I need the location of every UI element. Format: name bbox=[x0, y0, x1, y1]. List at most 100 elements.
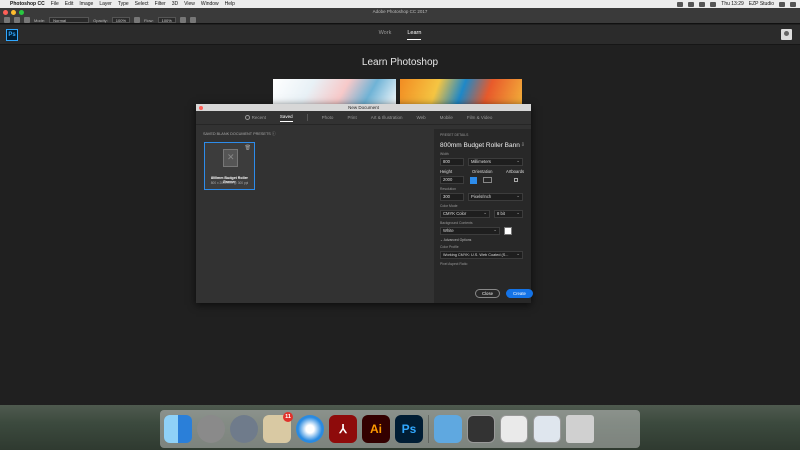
volume-icon[interactable] bbox=[699, 1, 706, 7]
dialog-title: New Document bbox=[348, 105, 379, 110]
close-button[interactable]: Close bbox=[475, 289, 500, 298]
photoshop-dock-icon[interactable]: Ps bbox=[395, 415, 423, 443]
trash-icon[interactable]: 🗑 bbox=[245, 145, 251, 151]
height-input[interactable]: 2000 bbox=[440, 176, 464, 184]
menu-3d[interactable]: 3D bbox=[172, 1, 178, 7]
tab-web[interactable]: Web bbox=[416, 115, 425, 120]
artboards-label: Artboards bbox=[506, 169, 525, 174]
dialog-buttons: Close Create bbox=[475, 289, 533, 298]
tab-saved[interactable]: Saved bbox=[279, 114, 293, 122]
tab-learn[interactable]: Learn bbox=[407, 30, 422, 40]
bit-depth-select[interactable]: 8 bit bbox=[494, 210, 523, 218]
mode-select[interactable]: Normal bbox=[49, 17, 90, 23]
search-icon[interactable] bbox=[779, 1, 785, 7]
background-swatch[interactable] bbox=[504, 227, 512, 235]
resolution-row: 300 Pixels/Inch bbox=[440, 193, 525, 201]
document-icon bbox=[223, 149, 238, 167]
illustrator-icon[interactable]: Ai bbox=[362, 415, 390, 443]
menu-view[interactable]: View bbox=[184, 1, 195, 7]
user-name[interactable]: EZP Studio bbox=[749, 1, 774, 7]
wifi-icon[interactable] bbox=[688, 1, 695, 7]
avatar[interactable] bbox=[781, 29, 792, 40]
artboards-checkbox[interactable] bbox=[514, 178, 518, 182]
width-unit-select[interactable]: Millimeters bbox=[468, 158, 523, 166]
preset-card[interactable]: 🗑 800mm Budget Roller Banner 800 x 2000 … bbox=[204, 142, 255, 190]
background-select[interactable]: White bbox=[440, 227, 500, 235]
save-preset-icon[interactable]: ⇩ bbox=[521, 142, 525, 149]
orientation-label: Orientation bbox=[472, 169, 493, 174]
tab-film-video[interactable]: Film & Video bbox=[467, 115, 492, 120]
resolution-label: Resolution bbox=[440, 187, 457, 191]
finder-icon[interactable] bbox=[164, 415, 192, 443]
height-orientation-labels: Height Orientation Artboards bbox=[440, 169, 525, 174]
width-input[interactable]: 800 bbox=[440, 158, 464, 166]
clock[interactable]: Thu 13:29 bbox=[721, 1, 744, 7]
portrait-orientation-icon[interactable] bbox=[470, 176, 477, 184]
brush-preset-icon[interactable] bbox=[14, 17, 20, 23]
color-mode-label: Color Mode bbox=[440, 204, 458, 208]
resolution-unit-select[interactable]: Pixels/Inch bbox=[468, 193, 523, 201]
resolution-input[interactable]: 300 bbox=[440, 193, 464, 201]
dialog-title-bar: New Document bbox=[196, 104, 531, 111]
create-button[interactable]: Create bbox=[506, 289, 533, 298]
app-menu[interactable]: Photoshop CC bbox=[10, 1, 45, 7]
launchpad-icon[interactable] bbox=[230, 415, 258, 443]
height-label: Height bbox=[440, 169, 453, 174]
screenshot-stack-icon[interactable] bbox=[533, 415, 561, 443]
airbrush-icon[interactable] bbox=[179, 17, 186, 23]
preset-details-label: PRESET DETAILS bbox=[440, 133, 469, 137]
brush-panel-icon[interactable] bbox=[24, 17, 30, 23]
menu-window[interactable]: Window bbox=[201, 1, 219, 7]
creative-cloud-icon[interactable] bbox=[677, 1, 684, 7]
menu-edit[interactable]: Edit bbox=[65, 1, 74, 7]
menu-image[interactable]: Image bbox=[79, 1, 93, 7]
menu-select[interactable]: Select bbox=[135, 1, 149, 7]
color-profile-select[interactable]: Working CMYK: U.S. Web Coated (S... bbox=[440, 251, 523, 259]
menu-help[interactable]: Help bbox=[225, 1, 235, 7]
tab-photo[interactable]: Photo bbox=[322, 115, 334, 120]
pressure-size-icon[interactable] bbox=[189, 17, 196, 23]
page-title: Learn Photoshop bbox=[361, 57, 439, 68]
preset-details-panel: PRESET DETAILS 800mm Budget Roller Bann … bbox=[434, 129, 533, 303]
tab-print[interactable]: Print bbox=[347, 115, 356, 120]
tab-work[interactable]: Work bbox=[379, 30, 392, 40]
menu-layer[interactable]: Layer bbox=[99, 1, 112, 7]
tab-art-illustration[interactable]: Art & Illustration bbox=[371, 115, 403, 120]
mail-icon[interactable]: 11 bbox=[263, 412, 293, 443]
info-icon[interactable]: ⓘ bbox=[272, 132, 276, 136]
dialog-tabs: Recent Saved Photo Print Art & Illustrat… bbox=[196, 111, 531, 125]
battery-icon[interactable] bbox=[710, 1, 717, 7]
downloads-stack-icon[interactable] bbox=[467, 415, 495, 443]
acrobat-icon[interactable]: ⅄ bbox=[329, 415, 357, 443]
color-mode-select[interactable]: CMYK Color bbox=[440, 210, 490, 218]
color-profile-row: Working CMYK: U.S. Web Coated (S... bbox=[440, 251, 525, 259]
chevron-down-icon: ⌄ bbox=[440, 238, 443, 242]
advanced-options-toggle[interactable]: ⌄ Advanced Options bbox=[440, 238, 525, 242]
presets-section-label: SAVED BLANK DOCUMENT PRESETS ⓘ bbox=[203, 132, 276, 137]
window-title: Adobe Photoshop CC 2017 bbox=[372, 9, 428, 14]
preset-size: 800 x 2000 mm @ 300 ppi bbox=[210, 181, 249, 185]
preset-name-field[interactable]: 800mm Budget Roller Bann bbox=[440, 142, 520, 149]
safari-icon[interactable] bbox=[296, 415, 324, 443]
opacity-field[interactable]: 100% bbox=[111, 17, 131, 23]
system-preferences-icon[interactable] bbox=[197, 415, 225, 443]
brush-tool-icon[interactable] bbox=[4, 17, 10, 23]
landscape-orientation-icon[interactable] bbox=[483, 177, 492, 183]
applications-folder-icon[interactable] bbox=[434, 415, 462, 443]
mac-menu-bar: Photoshop CC File Edit Image Layer Type … bbox=[0, 0, 800, 8]
pressure-opacity-icon[interactable] bbox=[134, 17, 141, 23]
presets-label-text: SAVED BLANK DOCUMENT PRESETS bbox=[203, 132, 271, 136]
flow-field[interactable]: 100% bbox=[157, 17, 176, 23]
width-row: 800 Millimeters bbox=[440, 158, 525, 166]
background-label: Background Contents bbox=[440, 221, 473, 225]
list-icon[interactable] bbox=[790, 1, 796, 7]
tab-recent[interactable]: Recent bbox=[244, 115, 266, 120]
tab-mobile[interactable]: Mobile bbox=[440, 115, 453, 120]
document-stack-icon[interactable] bbox=[500, 415, 528, 443]
height-row: 2000 bbox=[440, 176, 525, 184]
menu-filter[interactable]: Filter bbox=[155, 1, 166, 7]
trash-icon[interactable] bbox=[566, 415, 594, 443]
menu-file[interactable]: File bbox=[51, 1, 59, 7]
menu-type[interactable]: Type bbox=[118, 1, 129, 7]
close-dialog-icon[interactable] bbox=[199, 105, 203, 110]
